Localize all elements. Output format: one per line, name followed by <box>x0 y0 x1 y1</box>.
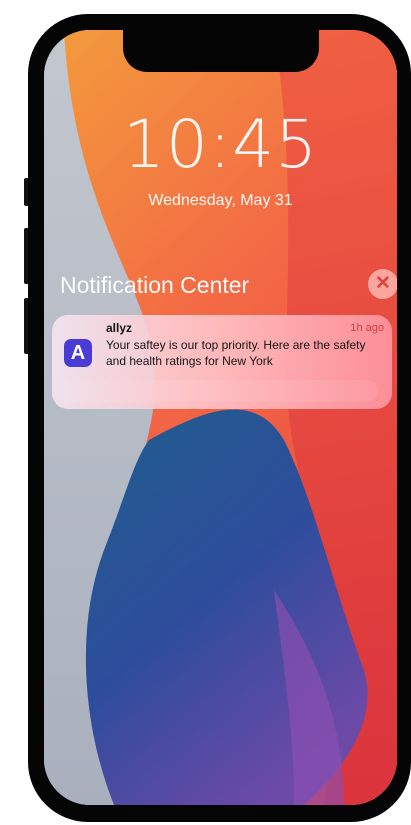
notification-message: Your saftey is our top priority. Here ar… <box>106 338 366 368</box>
close-notifications-button[interactable]: ✕ <box>368 269 397 299</box>
allyz-app-icon: A <box>64 339 92 367</box>
notification-app-name: allyz <box>106 321 133 335</box>
close-icon: ✕ <box>375 273 391 294</box>
notification-timestamp: 1h ago <box>350 322 384 334</box>
notification-card[interactable]: A allyz 1h ago Your saftey is our top pr… <box>52 315 392 409</box>
clock-date: Wednesday, May 31 <box>148 192 293 209</box>
notification-center-title: Notification Center <box>60 272 250 298</box>
camera-notch <box>123 30 319 72</box>
clock-time: 10:45 <box>122 106 319 183</box>
lock-screen: 10:45 Wednesday, May 31 Notification Cen… <box>44 30 397 805</box>
